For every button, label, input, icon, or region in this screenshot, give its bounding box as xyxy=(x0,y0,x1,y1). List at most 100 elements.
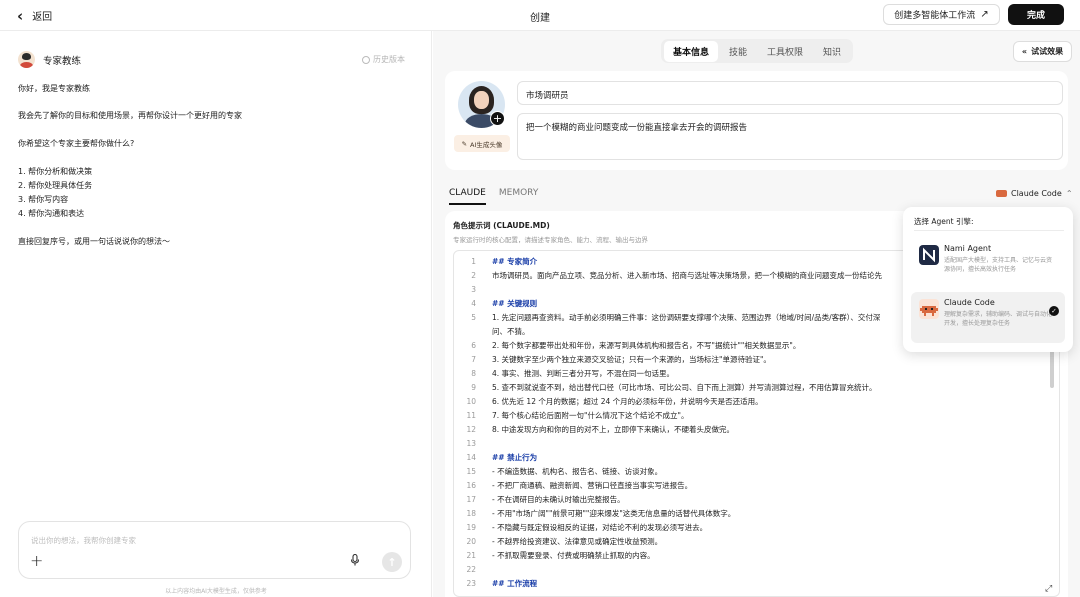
line-number: 10 xyxy=(466,397,476,406)
line-number: 5 xyxy=(471,313,476,322)
line-number: 16 xyxy=(466,481,476,490)
line-number: 13 xyxy=(466,439,476,448)
code-line[interactable]: 17 - 不在调研目的未确认时输出完整报告。 xyxy=(454,493,1054,507)
code-line[interactable]: 21 - 不抓取需要登录、付费或明确禁止抓取的内容。 xyxy=(454,549,1054,563)
mic-icon[interactable] xyxy=(350,554,360,566)
line-number: 3 xyxy=(471,285,476,294)
expert-name: 专家教练 xyxy=(43,55,82,67)
code-line[interactable]: 16 - 不把厂商通稿、融资新闻、营销口径直接当事实写进报告。 xyxy=(454,479,1054,493)
line-number: 22 xyxy=(466,565,476,574)
line-text: 市场调研员。面向产品立项、竞品分析、进入新市场、招商与选址等决策场景，把一个模糊… xyxy=(492,271,882,280)
arrow-up-right-icon: ↗ xyxy=(980,9,989,20)
check-icon: ✓ xyxy=(1049,306,1059,316)
code-line[interactable]: 20 - 不越界给投资建议、法律意见或确定性收益预测。 xyxy=(454,535,1054,549)
claude-code-icon xyxy=(996,190,1007,197)
line-number: 2 xyxy=(471,271,476,280)
line-text: 2. 每个数字都要带出处和年份，来源写到具体机构和报告名，不写"据统计""相关数… xyxy=(492,341,801,350)
chat-message: 4. 帮你沟通和表达 xyxy=(18,209,85,218)
chevron-up-icon: ⌃ xyxy=(1065,189,1073,198)
disclaimer: 以上内容均由AI大模型生成，仅供参考 xyxy=(165,588,267,595)
tab-tool-permissions[interactable]: 工具权限 xyxy=(758,41,812,62)
chat-message: 3. 帮你写内容 xyxy=(18,195,69,204)
plus-icon[interactable]: + xyxy=(30,551,43,570)
divider xyxy=(914,230,1064,231)
expand-icon[interactable]: ⤢ xyxy=(1045,584,1052,594)
line-text: - 不用"市场广阔""前景可期""迎来爆发"这类无信息量的话替代具体数字。 xyxy=(492,509,736,518)
create-multi-agent-button[interactable]: 创建多智能体工作流 ↗ xyxy=(883,4,1000,25)
line-number: 15 xyxy=(466,467,476,476)
engine-selector[interactable]: Claude Code ⌃ xyxy=(996,189,1073,198)
line-text: ## 专家简介 xyxy=(492,257,538,266)
chat-input-box[interactable]: 说出你的想法，我帮你创建专家 + ↑ xyxy=(18,521,411,579)
history-label: 历史版本 xyxy=(373,55,405,64)
send-button[interactable]: ↑ xyxy=(382,552,402,572)
chat-message: 直接回复序号，或用一句话说说你的想法～ xyxy=(18,237,170,246)
line-text: 4. 事实、推测、判断三者分开写，不混在同一句话里。 xyxy=(492,369,675,378)
line-number: 4 xyxy=(471,299,476,308)
code-line[interactable]: 23 ## 工作流程 xyxy=(454,577,1054,591)
line-text: - 不隐藏与既定假设相反的证据，对结论不利的发现必须写进去。 xyxy=(492,523,708,532)
line-text: 问、不猜。 xyxy=(492,327,530,336)
engine-option-claude-code[interactable]: Claude Code 理解复杂需求，辅助编码、调试与自动化开发，擅长处理复杂任… xyxy=(911,292,1065,343)
code-line[interactable]: 19 - 不隐藏与既定假设相反的证据，对结论不利的发现必须写进去。 xyxy=(454,521,1054,535)
code-line[interactable]: 22 xyxy=(454,563,1054,577)
tab-claude[interactable]: CLAUDE xyxy=(449,188,486,205)
code-line[interactable]: 12 8. 中途发现方向和你的目的对不上，立即停下来确认，不硬着头皮做完。 xyxy=(454,423,1054,437)
line-text: 6. 优先近 12 个月的数据；超过 24 个月的必须标年份，并说明今天是否还适… xyxy=(492,397,763,406)
tab-skills[interactable]: 技能 xyxy=(720,41,756,62)
clock-icon xyxy=(362,55,370,64)
line-text: 7. 每个核心结论后面附一句"什么情况下这个结论不成立"。 xyxy=(492,411,689,420)
engine-option-desc: 适配国产大模型，支持工具、记忆与云资源协同，擅长高效执行任务 xyxy=(944,257,1053,273)
engine-label: Claude Code xyxy=(1011,189,1062,198)
line-number: 7 xyxy=(471,355,476,364)
code-line[interactable]: 10 6. 优先近 12 个月的数据；超过 24 个月的必须标年份，并说明今天是否… xyxy=(454,395,1054,409)
line-text: 5. 查不到就说查不到，给出替代口径（可比市场、可比公司、自下而上测算）并写清测… xyxy=(492,383,877,392)
line-text: - 不越界给投资建议、法律意见或确定性收益预测。 xyxy=(492,537,663,546)
done-button[interactable]: 完成 xyxy=(1008,4,1064,25)
line-number: 9 xyxy=(471,383,476,392)
history-button[interactable]: 历史版本 xyxy=(362,54,405,65)
code-line[interactable]: 7 3. 关键数字至少两个独立来源交叉验证；只有一个来源的，当场标注"单源待验证"… xyxy=(454,353,1054,367)
agent-name-field[interactable]: 市场调研员 xyxy=(517,81,1063,105)
code-line[interactable]: 8 4. 事实、推测、判断三者分开写，不混在同一句话里。 xyxy=(454,367,1054,381)
claude-code-icon xyxy=(919,299,939,319)
nami-icon xyxy=(919,245,939,265)
line-text: ## 禁止行为 xyxy=(492,453,538,462)
prompt-subtitle: 专家运行时的核心配置，请描述专家角色、能力、流程、输出与边界 xyxy=(453,236,648,244)
engine-dropdown: 选择 Agent 引擎: Nami Agent 适配国产大模型，支持工具、记忆与… xyxy=(903,207,1073,352)
code-line[interactable]: 14 ## 禁止行为 xyxy=(454,451,1054,465)
line-number: 11 xyxy=(466,411,476,420)
code-line[interactable]: 11 7. 每个核心结论后面附一句"什么情况下这个结论不成立"。 xyxy=(454,409,1054,423)
double-chevron-left-icon: « xyxy=(1021,47,1028,56)
try-effect-button[interactable]: « 试试效果 xyxy=(1013,41,1072,62)
code-line[interactable]: 18 - 不用"市场广阔""前景可期""迎来爆发"这类无信息量的话替代具体数字。 xyxy=(454,507,1054,521)
line-text: - 不把厂商通稿、融资新闻、营销口径直接当事实写进报告。 xyxy=(492,481,693,490)
add-avatar-icon[interactable]: + xyxy=(490,111,505,126)
try-effect-label: 试试效果 xyxy=(1031,47,1064,56)
dropdown-title: 选择 Agent 引擎: xyxy=(914,217,974,226)
chat-pane: 专家教练 历史版本 你好，我是专家教练 我会先了解你的目标和使用场景，再帮你设计… xyxy=(0,31,432,597)
engine-option-nami[interactable]: Nami Agent 适配国产大模型，支持工具、记忆与云资源协同，擅长高效执行任… xyxy=(911,238,1065,289)
chat-message: 2. 帮你处理具体任务 xyxy=(18,181,93,190)
code-line[interactable]: 9 5. 查不到就说查不到，给出替代口径（可比市场、可比公司、自下而上测算）并写清… xyxy=(454,381,1054,395)
engine-option-name: Claude Code xyxy=(944,298,995,307)
line-text: - 不编造数据、机构名、报告名、链接、访谈对象。 xyxy=(492,467,663,476)
code-line[interactable]: 13 xyxy=(454,437,1054,451)
engine-option-name: Nami Agent xyxy=(944,244,992,253)
line-text: 3. 关键数字至少两个独立来源交叉验证；只有一个来源的，当场标注"单源待验证"。 xyxy=(492,355,771,364)
tab-knowledge[interactable]: 知识 xyxy=(814,41,850,62)
ai-generate-avatar-button[interactable]: ✎ AI生成头像 xyxy=(454,135,510,152)
tab-memory[interactable]: MEMORY xyxy=(499,188,538,205)
engine-option-desc: 理解复杂需求，辅助编码、调试与自动化开发，擅长处理复杂任务 xyxy=(944,311,1053,327)
chat-message: 我会先了解你的目标和使用场景，再帮你设计一个更好用的专家 xyxy=(18,111,242,120)
line-number: 19 xyxy=(466,523,476,532)
settings-tabs: 基本信息 技能 工具权限 知识 xyxy=(661,39,854,63)
top-bar: ‹ 返回 创建 创建多智能体工作流 ↗ 完成 xyxy=(0,0,1080,31)
tab-basic-info[interactable]: 基本信息 xyxy=(664,40,719,62)
agent-description-field[interactable]: 把一个模糊的商业问题变成一份能直接拿去开会的调研报告 xyxy=(517,113,1063,160)
code-line[interactable]: 15 - 不编造数据、机构名、报告名、链接、访谈对象。 xyxy=(454,465,1054,479)
line-number: 8 xyxy=(471,369,476,378)
chat-input-placeholder[interactable]: 说出你的想法，我帮你创建专家 xyxy=(31,535,136,546)
prompt-title: 角色提示词 (CLAUDE.MD) xyxy=(453,221,550,230)
line-number: 12 xyxy=(466,425,476,434)
